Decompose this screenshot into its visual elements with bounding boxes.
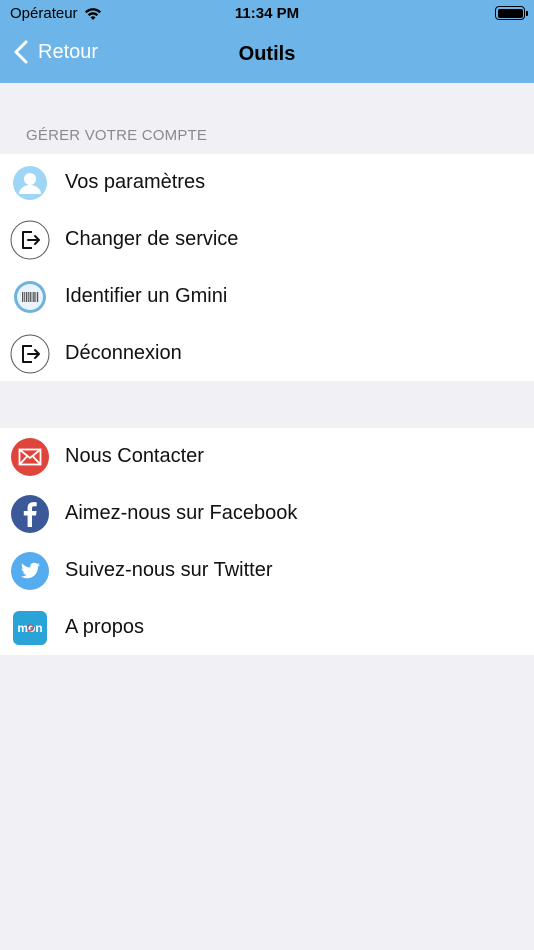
list-item-label: Aimez-nous sur Facebook bbox=[65, 502, 298, 524]
list-item-label: Changer de service bbox=[65, 228, 239, 250]
list-item-facebook[interactable]: Aimez-nous sur Facebook bbox=[0, 485, 534, 542]
barcode-icon bbox=[10, 277, 50, 317]
facebook-icon bbox=[10, 494, 50, 534]
list-item-label: Identifier un Gmini bbox=[65, 285, 228, 307]
account-list: Vos paramètres Changer de service Identi… bbox=[0, 154, 534, 381]
list-item-label: Suivez-nous sur Twitter bbox=[65, 559, 273, 581]
list-item-logout[interactable]: Déconnexion bbox=[0, 325, 534, 382]
social-list: Nous Contacter Aimez-nous sur Facebook S… bbox=[0, 428, 534, 655]
status-bar: Opérateur 11:34 PM bbox=[0, 0, 534, 28]
battery-icon bbox=[495, 6, 528, 20]
list-item-label: Nous Contacter bbox=[65, 445, 204, 467]
mail-icon bbox=[10, 437, 50, 477]
user-icon bbox=[10, 163, 50, 203]
list-item-settings[interactable]: Vos paramètres bbox=[0, 154, 534, 211]
list-item-contact[interactable]: Nous Contacter bbox=[0, 428, 534, 485]
list-item-label: Déconnexion bbox=[65, 342, 182, 364]
list-item-identify-gmini[interactable]: Identifier un Gmini bbox=[0, 268, 534, 325]
page-title: Outils bbox=[238, 43, 296, 65]
logout-icon bbox=[10, 334, 50, 374]
top-bar: Opérateur 11:34 PM Retour Outils bbox=[0, 0, 534, 83]
list-item-label: Vos paramètres bbox=[65, 171, 206, 193]
app-logo-icon: mon bbox=[10, 608, 50, 648]
status-time: 11:34 PM bbox=[234, 5, 300, 22]
app-logo-text: mon bbox=[17, 621, 42, 635]
list-item-label: A propos bbox=[65, 616, 144, 638]
list-item-twitter[interactable]: Suivez-nous sur Twitter bbox=[0, 542, 534, 599]
twitter-icon bbox=[10, 551, 50, 591]
switch-service-icon bbox=[10, 220, 50, 260]
list-item-change-service[interactable]: Changer de service bbox=[0, 211, 534, 268]
list-item-about[interactable]: mon A propos bbox=[0, 599, 534, 656]
navigation-bar: Retour Outils bbox=[0, 28, 534, 83]
section-header-account: GÉRER VOTRE COMPTE bbox=[26, 127, 208, 144]
